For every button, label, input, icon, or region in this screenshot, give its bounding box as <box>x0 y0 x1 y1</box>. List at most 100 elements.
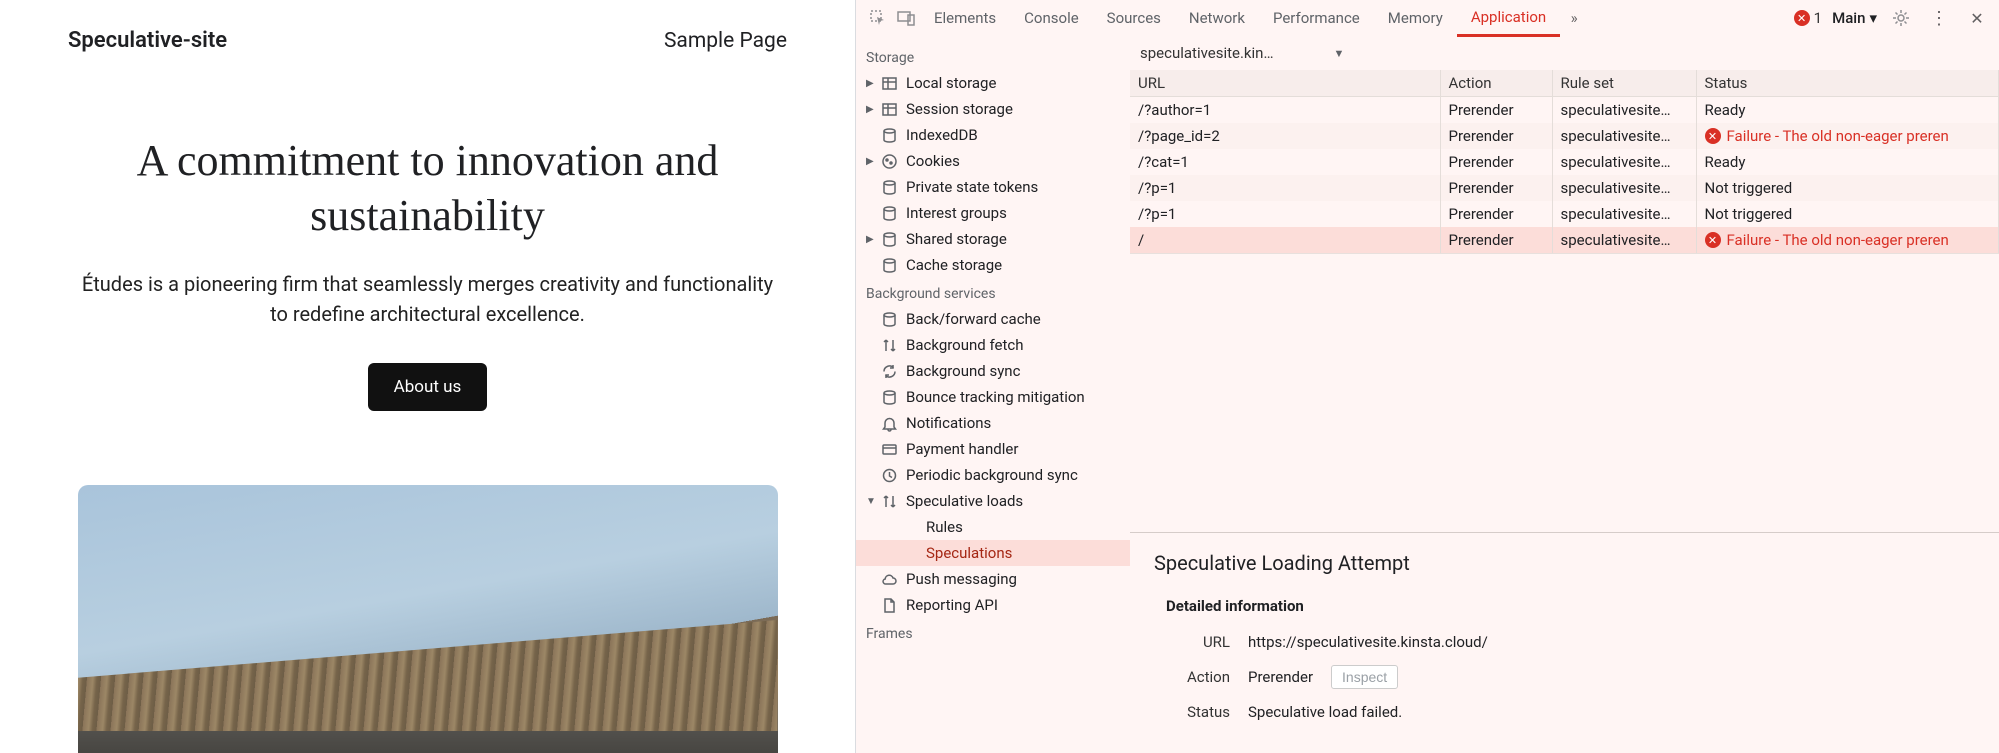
settings-icon[interactable] <box>1887 4 1915 32</box>
devtools-tabbar: Elements Console Sources Network Perform… <box>856 0 1999 36</box>
sidebar-storage-cache-storage[interactable]: Cache storage <box>856 252 1130 278</box>
speculations-main: speculativesite.kin… ▼ URL Action Rule s… <box>1130 36 1999 753</box>
sidebar-storage-interest-groups[interactable]: Interest groups <box>856 200 1130 226</box>
detail-status-value: Speculative load failed. <box>1248 703 1402 721</box>
tab-network[interactable]: Network <box>1175 1 1259 35</box>
sidebar-bg-push-messaging[interactable]: Push messaging <box>856 566 1130 592</box>
disclosure-triangle-icon: ▶ <box>866 234 874 245</box>
inspect-button[interactable]: Inspect <box>1331 665 1398 689</box>
table-row[interactable]: /?cat=1Prerenderspeculativesite…Ready <box>1130 149 1999 175</box>
sidebar-storage-cookies[interactable]: ▶ Cookies <box>856 148 1130 174</box>
sidebar-item-label: Interest groups <box>906 204 1007 222</box>
table-row[interactable]: /?p=1Prerenderspeculativesite…Not trigge… <box>1130 175 1999 201</box>
table-row[interactable]: /?author=1Prerenderspeculativesite…Ready <box>1130 97 1999 124</box>
frames-category: Frames <box>856 618 1130 646</box>
tab-elements[interactable]: Elements <box>920 1 1010 35</box>
cell-status: Not triggered <box>1696 175 1999 201</box>
device-toolbar-icon[interactable] <box>892 4 920 32</box>
detail-title: Speculative Loading Attempt <box>1154 551 1975 575</box>
sidebar-bg-notifications[interactable]: Notifications <box>856 410 1130 436</box>
storage-category: Storage <box>856 42 1130 70</box>
detail-url-value: https://speculativesite.kinsta.cloud/ <box>1248 633 1488 651</box>
sidebar-item-label: Notifications <box>906 414 991 432</box>
sidebar-item-label: Rules <box>926 518 963 536</box>
sidebar-bg-back-forward-cache[interactable]: Back/forward cache <box>856 306 1130 332</box>
th-status[interactable]: Status <box>1696 70 1999 97</box>
sidebar-storage-private-state-tokens[interactable]: Private state tokens <box>856 174 1130 200</box>
application-sidebar: Storage ▶Local storage▶Session storageIn… <box>856 36 1130 753</box>
target-selector[interactable]: Main ▾ <box>1832 9 1877 27</box>
tab-performance[interactable]: Performance <box>1259 1 1374 35</box>
sidebar-bg-rules[interactable]: Rules <box>856 514 1130 540</box>
tab-application[interactable]: Application <box>1457 0 1560 37</box>
hero-heading: A commitment to innovation and sustainab… <box>78 133 778 243</box>
sidebar-item-label: Periodic background sync <box>906 466 1078 484</box>
cell-url: / <box>1130 227 1440 253</box>
disclosure-triangle-icon: ▶ <box>866 78 874 89</box>
detail-action-label: Action <box>1166 668 1230 686</box>
sidebar-storage-indexeddb[interactable]: IndexedDB <box>856 122 1130 148</box>
disclosure-triangle-icon: ▶ <box>866 156 874 167</box>
clock-icon <box>880 466 898 484</box>
more-tabs-icon[interactable]: » <box>1560 4 1588 32</box>
about-us-button[interactable]: About us <box>368 363 488 411</box>
th-url[interactable]: URL <box>1130 70 1440 97</box>
error-count-value: 1 <box>1814 9 1822 27</box>
cell-action: Prerender <box>1440 123 1552 149</box>
sidebar-storage-session-storage[interactable]: ▶ Session storage <box>856 96 1130 122</box>
cell-status: ✕Failure - The old non-eager preren <box>1696 123 1999 149</box>
website-preview: Speculative-site Sample Page A commitmen… <box>0 0 855 753</box>
card-icon <box>880 440 898 458</box>
th-action[interactable]: Action <box>1440 70 1552 97</box>
cell-status: ✕Failure - The old non-eager preren <box>1696 227 1999 253</box>
tab-memory[interactable]: Memory <box>1374 1 1457 35</box>
close-devtools-icon[interactable]: ✕ <box>1963 4 1991 32</box>
error-icon: ✕ <box>1705 128 1721 144</box>
tab-console[interactable]: Console <box>1010 1 1093 35</box>
sidebar-bg-reporting-api[interactable]: Reporting API <box>856 592 1130 618</box>
cell-url: /?cat=1 <box>1130 149 1440 175</box>
sidebar-bg-speculative-loads[interactable]: ▼ Speculative loads <box>856 488 1130 514</box>
table-row[interactable]: /?page_id=2Prerenderspeculativesite…✕Fai… <box>1130 123 1999 149</box>
cell-ruleset: speculativesite… <box>1552 97 1696 124</box>
cell-action: Prerender <box>1440 227 1552 253</box>
tab-sources[interactable]: Sources <box>1093 1 1175 35</box>
ruleset-selector-row: speculativesite.kin… ▼ <box>1130 36 1999 70</box>
cell-action: Prerender <box>1440 201 1552 227</box>
kebab-menu-icon[interactable]: ⋮ <box>1925 4 1953 32</box>
cookie-icon <box>880 152 898 170</box>
disclosure-triangle-icon: ▶ <box>866 104 874 115</box>
sidebar-storage-local-storage[interactable]: ▶Local storage <box>856 70 1130 96</box>
ruleset-selector[interactable]: speculativesite.kin… <box>1140 44 1274 62</box>
sidebar-item-label: Cookies <box>906 152 960 170</box>
cell-url: /?p=1 <box>1130 201 1440 227</box>
cell-action: Prerender <box>1440 149 1552 175</box>
db-icon <box>880 230 898 248</box>
sidebar-bg-payment-handler[interactable]: Payment handler <box>856 436 1130 462</box>
sidebar-bg-periodic-background-sync[interactable]: Periodic background sync <box>856 462 1130 488</box>
speculations-table: URL Action Rule set Status /?author=1Pre… <box>1130 70 1999 253</box>
sidebar-item-label: Payment handler <box>906 440 1018 458</box>
table-row[interactable]: /?p=1Prerenderspeculativesite…Not trigge… <box>1130 201 1999 227</box>
sidebar-item-label: Session storage <box>906 100 1013 118</box>
sidebar-bg-bounce-tracking-mitigation[interactable]: Bounce tracking mitigation <box>856 384 1130 410</box>
th-ruleset[interactable]: Rule set <box>1552 70 1696 97</box>
db-icon <box>880 204 898 222</box>
hero-image <box>78 485 778 753</box>
db-icon <box>880 310 898 328</box>
db-icon <box>880 388 898 406</box>
hero-section: A commitment to innovation and sustainab… <box>78 133 778 753</box>
nav-link-sample[interactable]: Sample Page <box>664 29 787 53</box>
sidebar-bg-background-sync[interactable]: Background sync <box>856 358 1130 384</box>
inspect-element-icon[interactable] <box>864 4 892 32</box>
sidebar-item-label: Speculative loads <box>906 492 1023 510</box>
sidebar-bg-background-fetch[interactable]: Background fetch <box>856 332 1130 358</box>
sidebar-storage-shared-storage[interactable]: ▶Shared storage <box>856 226 1130 252</box>
sidebar-bg-speculations[interactable]: Speculations <box>856 540 1130 566</box>
disclosure-triangle-icon: ▼ <box>866 496 876 507</box>
site-title[interactable]: Speculative-site <box>68 28 227 53</box>
dropdown-caret-icon[interactable]: ▼ <box>1334 47 1345 60</box>
error-count[interactable]: ✕ 1 <box>1794 9 1822 27</box>
table-row[interactable]: /Prerenderspeculativesite…✕Failure - The… <box>1130 227 1999 253</box>
cell-action: Prerender <box>1440 97 1552 124</box>
